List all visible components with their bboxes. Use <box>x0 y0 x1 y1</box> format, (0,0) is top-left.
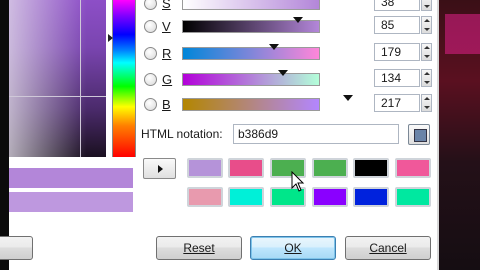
slider-r[interactable] <box>182 44 320 60</box>
history-swatch[interactable] <box>228 158 264 178</box>
mouse-cursor-icon <box>291 171 305 192</box>
hue-slider[interactable] <box>112 0 136 157</box>
radio-v[interactable] <box>144 20 157 33</box>
ok-button[interactable]: OK <box>250 236 336 260</box>
spin-buttons-v[interactable] <box>421 16 432 34</box>
history-swatch[interactable] <box>395 187 431 207</box>
channel-label-b: B <box>162 97 171 112</box>
radio-g[interactable] <box>144 73 157 86</box>
radio-s[interactable] <box>144 0 157 10</box>
history-swatch[interactable] <box>312 187 348 207</box>
slider-marker-r[interactable] <box>269 44 279 50</box>
slider-s[interactable] <box>182 0 320 10</box>
color-preview-new <box>9 168 133 188</box>
spin-buttons-b[interactable] <box>421 94 432 112</box>
sv-crosshair-horizontal <box>9 96 106 97</box>
cancel-button[interactable]: Cancel <box>345 236 431 260</box>
history-swatch[interactable] <box>228 187 264 207</box>
spin-input-v[interactable]: 85 <box>374 16 420 34</box>
history-swatch[interactable] <box>353 158 389 178</box>
spin-buttons-s[interactable] <box>421 0 432 11</box>
window-edge <box>0 0 9 270</box>
desktop-background <box>437 0 480 270</box>
color-picker-button[interactable] <box>408 124 430 145</box>
play-arrow-icon <box>158 165 163 173</box>
history-swatch[interactable] <box>187 187 223 207</box>
sv-crosshair-vertical <box>80 0 81 157</box>
slider-g[interactable] <box>182 70 320 86</box>
desktop-highlight <box>445 14 480 54</box>
slider-marker-g[interactable] <box>278 70 288 76</box>
history-expand-button[interactable] <box>143 158 176 179</box>
history-swatch[interactable] <box>312 158 348 178</box>
saturation-value-area[interactable] <box>9 0 106 157</box>
channel-label-v: V <box>162 19 171 34</box>
slider-marker-v[interactable] <box>293 17 303 23</box>
slider-b[interactable] <box>182 95 353 111</box>
hue-marker[interactable] <box>108 34 113 42</box>
radio-b[interactable] <box>144 98 157 111</box>
channel-label-g: G <box>162 72 173 87</box>
eyedropper-icon <box>414 129 427 142</box>
color-preview-old[interactable] <box>9 192 133 212</box>
channel-label-r: R <box>162 46 172 61</box>
help-button[interactable] <box>0 236 33 260</box>
history-swatch[interactable] <box>187 158 223 178</box>
slider-marker-b[interactable] <box>343 95 353 101</box>
html-notation-input[interactable]: b386d9 <box>233 124 399 144</box>
window-border <box>437 0 439 270</box>
html-notation-label: HTML notation: <box>141 127 223 141</box>
spin-input-r[interactable]: 179 <box>374 43 420 61</box>
spin-input-g[interactable]: 134 <box>374 69 420 87</box>
reset-button[interactable]: Reset <box>156 236 242 260</box>
spin-buttons-r[interactable] <box>421 43 432 61</box>
slider-v[interactable] <box>182 17 320 33</box>
spin-input-s[interactable]: 38 <box>374 0 420 11</box>
history-swatch[interactable] <box>395 158 431 178</box>
spin-input-b[interactable]: 217 <box>374 94 420 112</box>
channel-label-s: S <box>162 0 171 11</box>
spin-buttons-g[interactable] <box>421 69 432 87</box>
radio-r[interactable] <box>144 47 157 60</box>
history-swatch[interactable] <box>353 187 389 207</box>
